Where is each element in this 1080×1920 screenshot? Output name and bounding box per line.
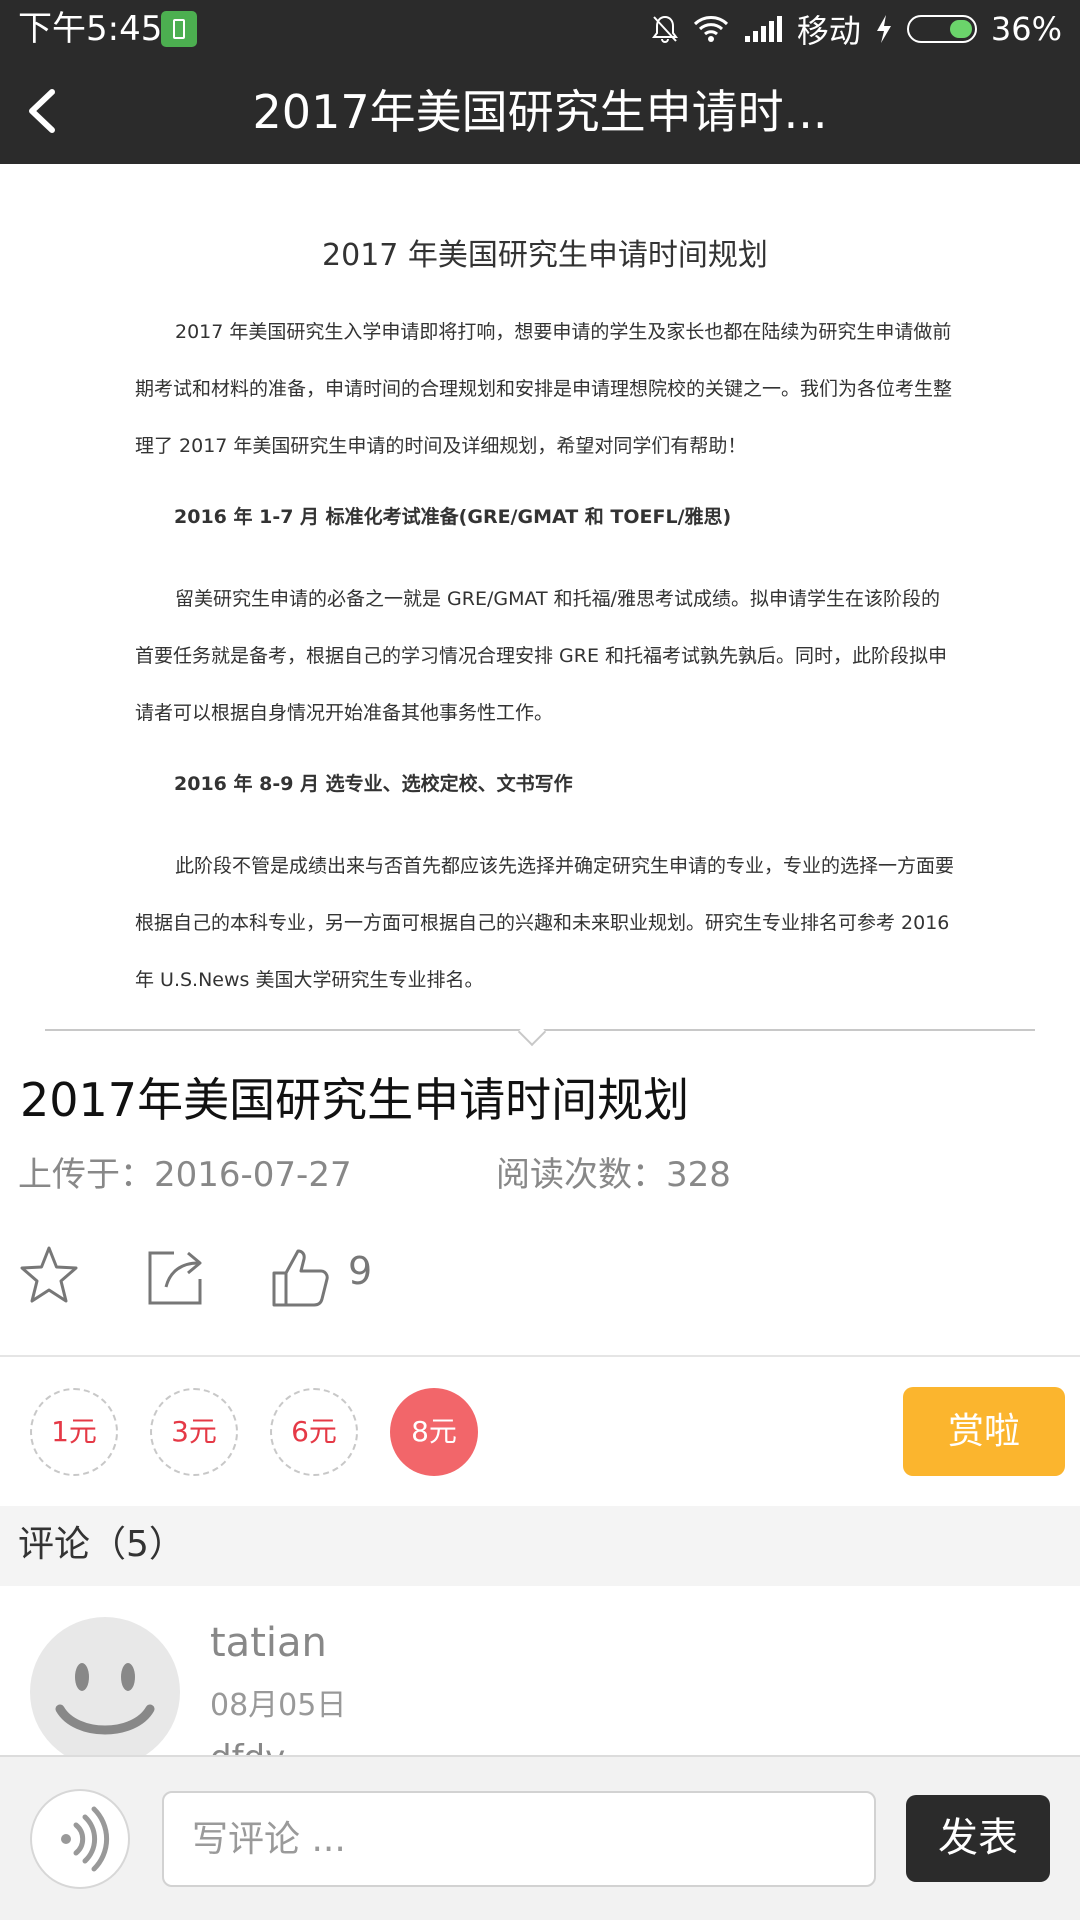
thumbs-up-icon [272,1249,329,1307]
battery-fill [949,20,972,38]
preview-paragraph-3: 此阶段不管是成绩出来与否首先都应该先选择并确定研究生申请的专业，专业的选择一方面… [135,855,955,991]
tip-option-1[interactable]: 1元 [30,1388,118,1476]
status-time: 下午5:45 [18,9,163,49]
preview-paragraph-2: 留美研究生申请的必备之一就是 GRE/GMAT 和托福/雅思考试成绩。拟申请学生… [135,588,948,724]
tip-option-8[interactable]: 8元 [390,1388,478,1476]
status-bar: 下午5:45 移动 36% [0,0,1080,58]
favorite-button[interactable] [18,1243,80,1309]
voice-input-button[interactable] [30,1789,130,1889]
preview-heading-2: 2016 年 8-9 月 选专业、选校定校、文书写作 [174,773,573,795]
avatar[interactable] [30,1617,180,1767]
comment-header: 评论（5） [0,1506,1080,1586]
document-preview[interactable]: 2017 年美国研究生申请时间规划 2017 年美国研究生入学申请即将打响，想要… [0,164,1080,1034]
share-button[interactable] [144,1243,206,1309]
read-count: 阅读次数：328 [496,1155,731,1195]
back-button[interactable] [20,78,84,144]
star-icon [20,1246,78,1303]
tip-option-6[interactable]: 6元 [270,1388,358,1476]
back-arrow-icon [29,89,55,133]
notification-icon [161,11,197,47]
voice-icon [61,1806,110,1872]
upload-date: 上传于：2016-07-27 [18,1155,352,1195]
comment-input[interactable] [162,1791,876,1887]
comment-date: 08月05日 [210,1688,347,1723]
wifi-icon [693,16,728,42]
title-bar: 2017年美国研究生申请时... [0,58,1080,164]
page-title: 2017年美国研究生申请时... [252,85,828,139]
reward-button[interactable]: 赏啦 [903,1387,1065,1476]
preview-paragraph-1: 2017 年美国研究生入学申请即将打响，想要申请的学生及家长也都在陆续为研究生申… [135,321,953,457]
carrier-label: 移动 [796,12,861,50]
signal-icon [744,16,782,42]
preview-title: 2017 年美国研究生申请时间规划 [322,238,768,273]
article-title: 2017年美国研究生申请时间规划 [20,1073,690,1127]
like-button[interactable]: 9 [270,1243,390,1309]
send-button[interactable]: 发表 [906,1795,1050,1882]
preview-heading-1: 2016 年 1-7 月 标准化考试准备(GRE/GMAT 和 TOEFL/雅思… [174,506,732,528]
charging-icon [876,15,891,43]
comment-input-bar: 发表 [0,1755,1080,1920]
bell-off-icon [651,15,678,43]
battery-percent: 36% [990,10,1062,48]
smiley-face-icon [55,1663,155,1735]
tip-option-3[interactable]: 3元 [150,1388,238,1476]
like-count: 9 [348,1249,373,1293]
battery-icon [906,15,977,43]
comment-count: 评论（5） [18,1524,185,1565]
comment-username: tatian [210,1620,327,1666]
section-separator [0,1355,1080,1357]
share-icon [148,1251,202,1305]
status-icons: 移动 36% [651,6,1062,52]
